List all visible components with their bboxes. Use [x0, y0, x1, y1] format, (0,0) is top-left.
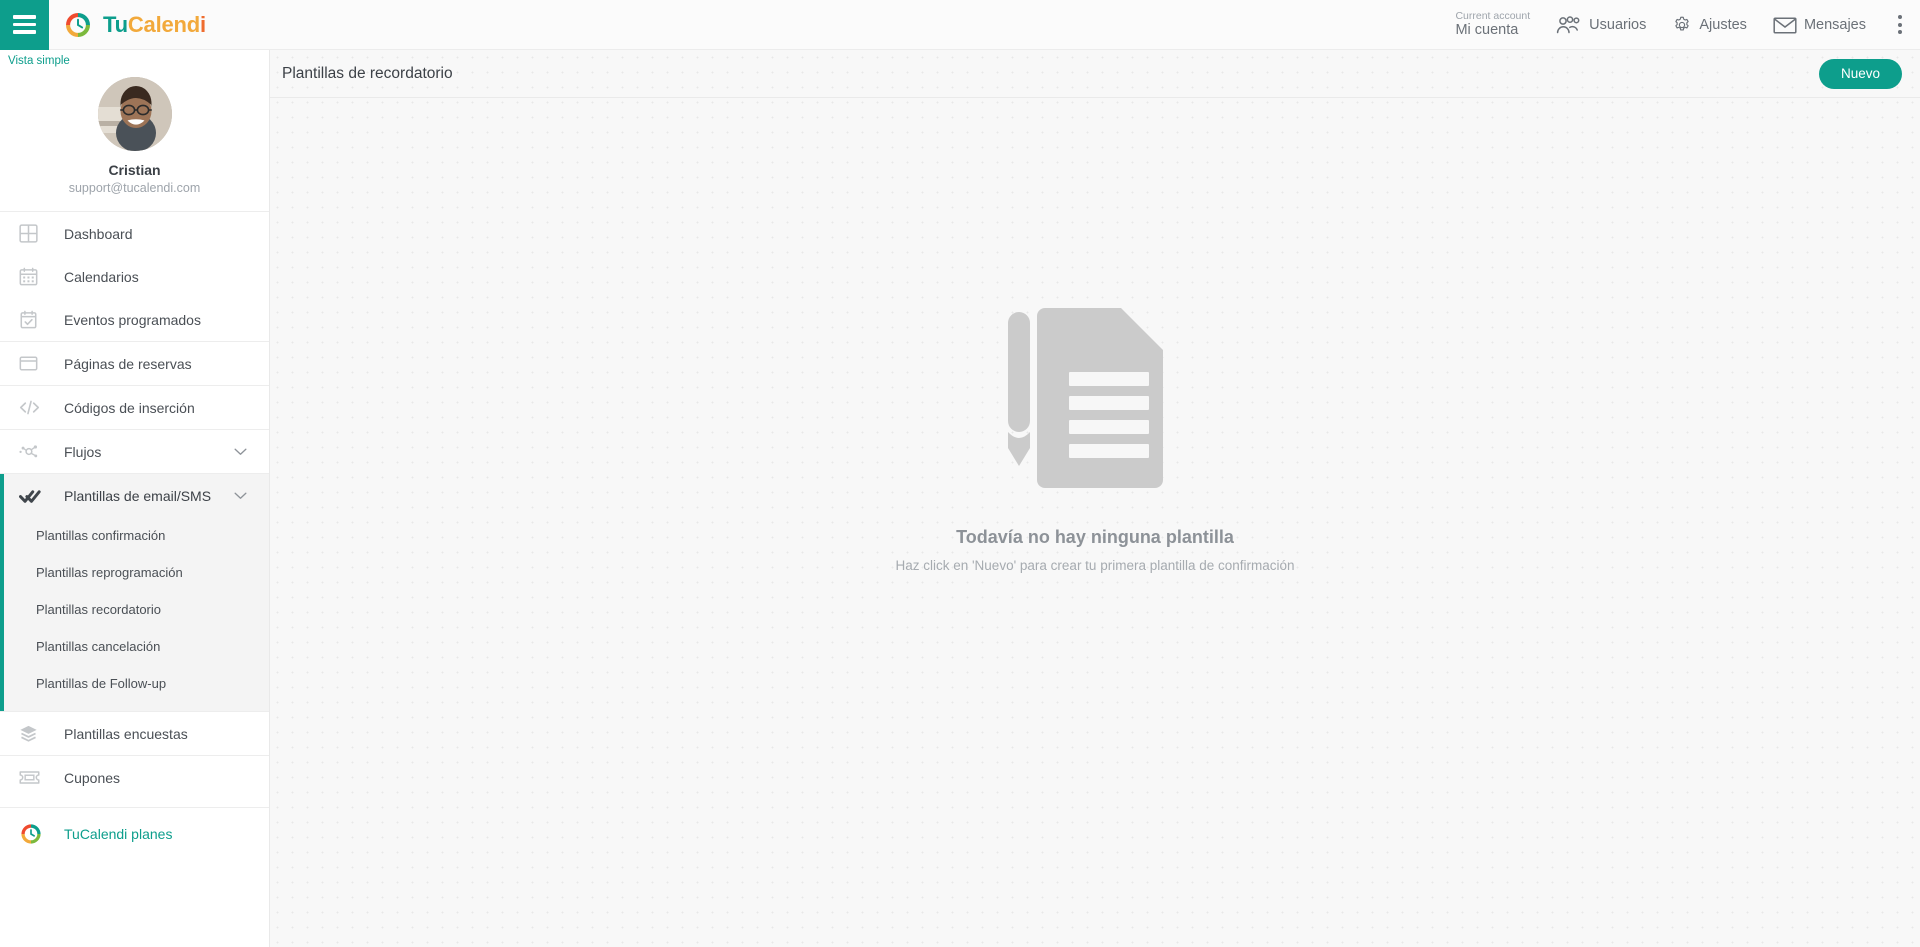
current-account-label: Current account [1455, 10, 1531, 23]
sidebar-subitem-plantillas-reprogramacion[interactable]: Plantillas reprogramación [0, 554, 269, 591]
sidebar-item-calendarios[interactable]: Calendarios [0, 255, 269, 298]
top-bar-actions: Current account Mi cuenta Usuarios Ajust… [1455, 0, 1920, 50]
sidebar-item-plantillas-de-email-sms[interactable]: Plantillas de email/SMS [0, 474, 269, 517]
hamburger-bar [13, 30, 36, 34]
topbar-item-mensajes[interactable]: Mensajes [1773, 16, 1866, 34]
user-avatar [97, 77, 172, 151]
simple-view-link[interactable]: Vista simple [0, 50, 70, 67]
sidebar-item-label: Dashboard [64, 225, 133, 242]
sidebar-item-label: Páginas de reservas [64, 355, 192, 372]
sidebar-item-tucalendi-planes[interactable]: TuCalendi planes [0, 807, 269, 859]
brand-part-tu: Tu [103, 11, 128, 37]
topbar-item-label: Usuarios [1589, 16, 1647, 33]
sidebar-item-eventos-programados[interactable]: Eventos programados [0, 298, 269, 341]
brand-logo-link[interactable]: TuCalendi [63, 10, 206, 40]
kebab-dot [1898, 22, 1902, 27]
nav-group-surveys: Plantillas encuestas [0, 711, 269, 755]
topbar-item-usuarios[interactable]: Usuarios [1556, 15, 1647, 34]
chevron-down-icon[interactable] [234, 492, 247, 500]
nav-group-flows: Flujos [0, 429, 269, 473]
empty-state-subtitle: Haz click en 'Nuevo' para crear tu prime… [895, 557, 1295, 573]
sidebar-item-flujos[interactable]: Flujos [0, 430, 269, 473]
brand-part-i: i [200, 11, 206, 37]
sidebar-nav: Dashboard Calendarios Eventos programado… [0, 211, 269, 859]
brand-part-calend: Calend [127, 11, 201, 37]
ticket-icon [19, 769, 45, 786]
document-with-pencil-icon [997, 304, 1193, 505]
profile-email: support@tucalendi.com [68, 181, 201, 195]
calendar-check-icon [19, 310, 45, 329]
main-content: Plantillas de recordatorio Nuevo Todavía… [270, 50, 1920, 947]
sidebar: Vista simple Cristian support@tucalendi.… [0, 50, 270, 947]
sidebar-item-label: Cupones [64, 769, 121, 786]
sidebar-submenu-templates: Plantillas confirmación Plantillas repro… [0, 517, 269, 711]
flow-nodes-icon [19, 442, 45, 461]
sidebar-item-cupones[interactable]: Cupones [0, 756, 269, 799]
hamburger-bar [13, 15, 36, 19]
avatar[interactable] [97, 77, 172, 151]
nav-group-main: Dashboard Calendarios Eventos programado… [0, 211, 269, 341]
topbar-item-label: Ajustes [1699, 16, 1747, 33]
topbar-item-ajustes[interactable]: Ajustes [1672, 15, 1747, 35]
nav-group-templates: Plantillas de email/SMS Plantillas confi… [0, 473, 269, 711]
sidebar-item-label: Flujos [64, 443, 102, 460]
kebab-dot [1898, 15, 1902, 19]
kebab-menu-icon[interactable] [1894, 9, 1906, 40]
profile-name: Cristian [108, 162, 161, 178]
current-account-selector[interactable]: Current account Mi cuenta [1455, 10, 1530, 39]
envelope-icon [1773, 16, 1797, 34]
hamburger-icon[interactable] [0, 0, 49, 50]
chevron-down-icon[interactable] [234, 448, 247, 456]
sidebar-item-dashboard[interactable]: Dashboard [0, 212, 269, 255]
page-title: Plantillas de recordatorio [282, 64, 453, 82]
sidebar-subitem-plantillas-cancelacion[interactable]: Plantillas cancelación [0, 628, 269, 665]
brand-title: TuCalendi [103, 12, 206, 38]
sidebar-item-label: Eventos programados [64, 311, 201, 328]
sidebar-item-label: Códigos de inserción [64, 399, 195, 416]
sidebar-item-label: Calendarios [64, 268, 139, 285]
nav-group-coupons: Cupones [0, 755, 269, 799]
nav-group-booking: Páginas de reservas [0, 341, 269, 385]
tucalendi-logo-icon [66, 12, 90, 37]
hamburger-bar [13, 22, 36, 27]
empty-state-title: Todavía no hay ninguna plantilla [956, 526, 1234, 547]
kebab-dot [1898, 30, 1902, 34]
calendar-icon [19, 267, 45, 286]
sidebar-subitem-plantillas-de-follow-up[interactable]: Plantillas de Follow-up [0, 665, 269, 702]
empty-state: Todavía no hay ninguna plantilla Haz cli… [270, 68, 1920, 808]
topbar-item-label: Mensajes [1803, 16, 1866, 33]
layers-icon [19, 724, 45, 743]
code-brackets-icon [19, 398, 45, 417]
sidebar-item-label: TuCalendi planes [64, 825, 173, 842]
nav-group-embed: Códigos de inserción [0, 385, 269, 429]
sidebar-subitem-plantillas-recordatorio[interactable]: Plantillas recordatorio [0, 591, 269, 628]
tucalendi-logo-icon [19, 822, 45, 846]
sidebar-item-label: Plantillas encuestas [64, 725, 188, 742]
sidebar-item-label: Plantillas de email/SMS [64, 487, 212, 504]
sidebar-item-codigos-de-insercion[interactable]: Códigos de inserción [0, 386, 269, 429]
sidebar-item-paginas-de-reservas[interactable]: Páginas de reservas [0, 342, 269, 385]
gear-icon [1675, 16, 1690, 31]
double-check-icon [19, 487, 45, 505]
profile-block: Cristian support@tucalendi.com [0, 69, 269, 211]
sidebar-subitem-plantillas-confirmacion[interactable]: Plantillas confirmación [0, 517, 269, 554]
sidebar-item-plantillas-encuestas[interactable]: Plantillas encuestas [0, 712, 269, 755]
users-icon [1557, 15, 1580, 33]
window-icon [19, 354, 45, 373]
current-account-name: Mi cuenta [1455, 22, 1519, 39]
dashboard-grid-icon [19, 224, 45, 243]
new-template-button[interactable]: Nuevo [1818, 58, 1902, 89]
top-bar: TuCalendi Current account Mi cuenta Usua… [0, 0, 1920, 50]
